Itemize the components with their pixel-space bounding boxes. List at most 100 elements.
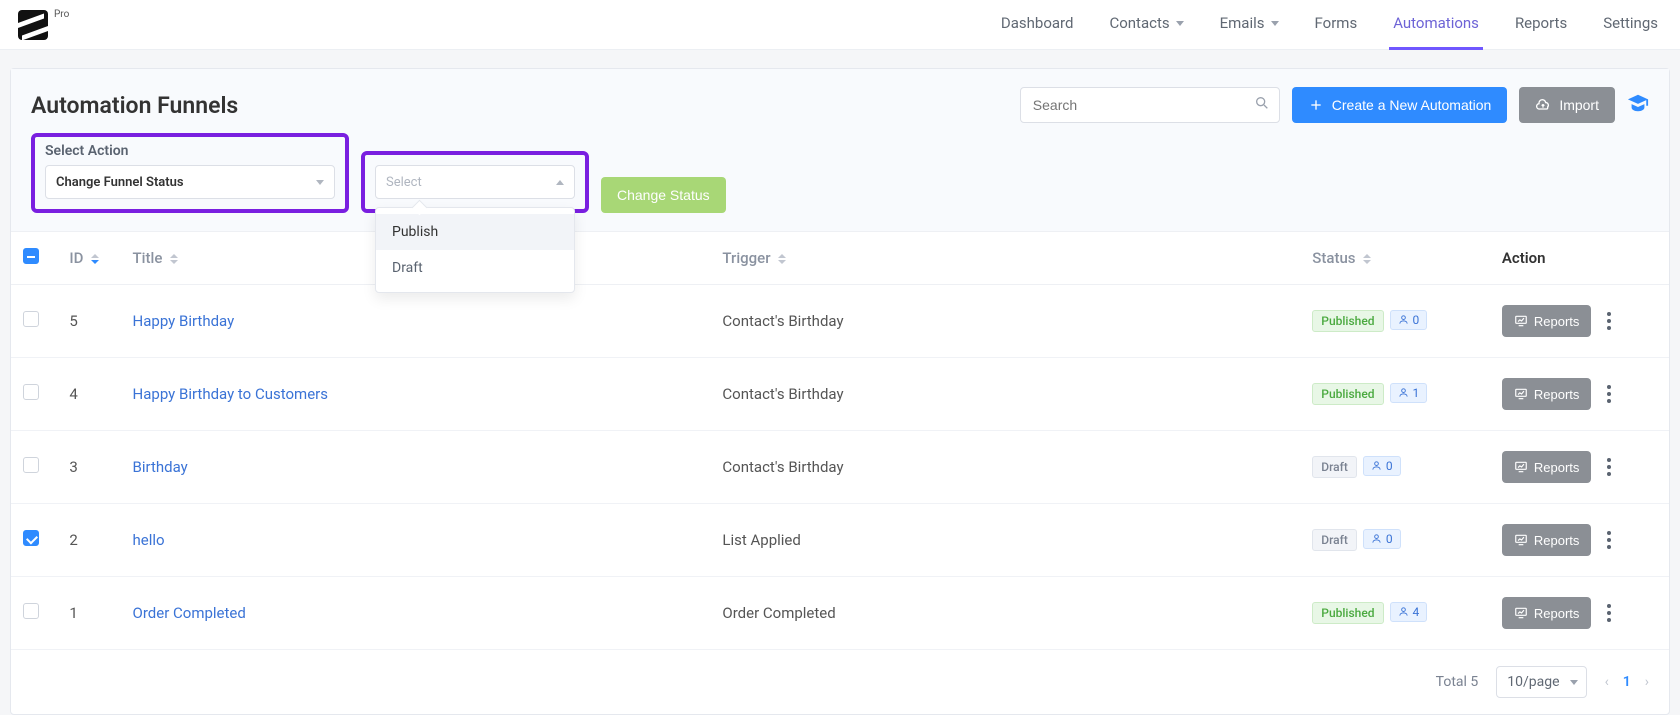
funnel-title-link[interactable]: hello (133, 531, 165, 549)
pager-page-1[interactable]: 1 (1623, 674, 1631, 690)
table-row: 5 Happy Birthday Contact's Birthday Publish… (11, 285, 1669, 358)
sort-icon (778, 254, 786, 264)
row-checkbox[interactable] (23, 457, 39, 473)
nav-automations-label: Automations (1393, 14, 1479, 32)
select-action-label: Select Action (45, 143, 335, 159)
row-checkbox[interactable] (23, 603, 39, 619)
funnels-table: ID Title Trigger Status Action 5Happy B (11, 232, 1669, 650)
cell-trigger: Contact's Birthday (710, 358, 1300, 431)
status-badge: Published (1312, 310, 1383, 332)
status-badge: Published (1312, 602, 1383, 624)
nav-automations[interactable]: Automations (1389, 0, 1483, 50)
select-all-checkbox[interactable] (23, 248, 39, 264)
cell-trigger: Contact's Birthday (710, 285, 1300, 358)
create-automation-label: Create a New Automation (1332, 97, 1492, 113)
reports-button[interactable]: Reports (1502, 451, 1592, 483)
status-option-draft[interactable]: Draft (376, 250, 574, 286)
chevron-down-icon (316, 180, 324, 185)
nav-settings-label: Settings (1603, 14, 1658, 32)
cell-id: 5 (57, 285, 120, 358)
row-checkbox[interactable] (23, 311, 39, 327)
action-select[interactable]: Change Funnel Status (45, 165, 335, 199)
reports-button[interactable]: Reports (1502, 597, 1592, 629)
funnel-title-link[interactable]: Happy Birthday (133, 312, 235, 330)
pagination: ‹ 1 › (1605, 674, 1649, 690)
chevron-down-icon (1271, 21, 1279, 26)
change-status-button[interactable]: Change Status (601, 177, 726, 213)
nav-forms-label: Forms (1315, 14, 1358, 32)
reports-button[interactable]: Reports (1502, 378, 1592, 410)
cell-trigger: List Applied (710, 504, 1300, 577)
col-status[interactable]: Status (1300, 232, 1490, 285)
page-card: Automation Funnels Create a New Automati… (10, 68, 1670, 715)
cell-trigger: Contact's Birthday (710, 431, 1300, 504)
col-action-label: Action (1502, 249, 1546, 267)
change-status-label: Change Status (617, 187, 710, 203)
subscribers-badge[interactable]: 0 (1363, 456, 1401, 476)
nav-emails-label: Emails (1220, 14, 1265, 32)
cell-id: 1 (57, 577, 120, 650)
more-actions-icon[interactable] (1607, 604, 1611, 622)
pager-next[interactable]: › (1645, 674, 1649, 690)
col-action: Action (1490, 232, 1669, 285)
nav-forms[interactable]: Forms (1311, 0, 1362, 50)
col-id-label: ID (69, 249, 83, 267)
reports-button[interactable]: Reports (1502, 524, 1592, 556)
chevron-down-icon (1176, 21, 1184, 26)
table-row: 4 Happy Birthday to Customers Contact's Bi… (11, 358, 1669, 431)
status-option-publish[interactable]: Publish (376, 214, 574, 250)
page-size-select[interactable]: 10/page (1496, 666, 1586, 698)
table-row: 3BirthdayContact's BirthdayDraft0Reports (11, 431, 1669, 504)
nav-settings[interactable]: Settings (1599, 0, 1662, 50)
main-nav: Dashboard Contacts Emails Forms Automati… (997, 0, 1662, 50)
create-automation-button[interactable]: Create a New Automation (1292, 87, 1508, 123)
import-button[interactable]: Import (1519, 87, 1615, 123)
more-actions-icon[interactable] (1607, 385, 1611, 403)
chevron-down-icon (1570, 680, 1578, 685)
select-action-block: Select Action Change Funnel Status (31, 133, 349, 213)
brand-logo-icon (18, 10, 48, 40)
plus-icon (1308, 97, 1324, 113)
import-label: Import (1559, 97, 1599, 113)
action-select-value: Change Funnel Status (56, 175, 184, 190)
bulk-action-row: Select Action Change Funnel Status Selec… (11, 123, 1669, 232)
search-icon[interactable] (1254, 95, 1270, 115)
col-trigger-label: Trigger (722, 249, 770, 267)
nav-dashboard[interactable]: Dashboard (997, 0, 1078, 50)
status-select-block: Select Publish Draft (361, 151, 589, 213)
nav-emails[interactable]: Emails (1216, 0, 1283, 50)
brand: Pro (18, 10, 69, 40)
more-actions-icon[interactable] (1607, 312, 1611, 330)
nav-reports[interactable]: Reports (1511, 0, 1571, 50)
row-checkbox[interactable] (23, 530, 39, 546)
table-row: 2helloList AppliedDraft0Reports (11, 504, 1669, 577)
funnel-title-link[interactable]: Happy Birthday to Customers (133, 385, 328, 403)
search-input[interactable] (1020, 87, 1280, 123)
col-trigger[interactable]: Trigger (710, 232, 1300, 285)
funnel-title-link[interactable]: Birthday (133, 458, 188, 476)
reports-button[interactable]: Reports (1502, 305, 1592, 337)
status-select[interactable]: Select (375, 165, 575, 199)
cell-id: 4 (57, 358, 120, 431)
graduation-cap-icon[interactable] (1627, 92, 1649, 118)
cell-trigger: Order Completed (710, 577, 1300, 650)
subscribers-badge[interactable]: 0 (1363, 529, 1401, 549)
nav-contacts[interactable]: Contacts (1105, 0, 1187, 50)
col-status-label: Status (1312, 249, 1355, 267)
subscribers-badge[interactable]: 4 (1390, 602, 1428, 622)
pager-prev[interactable]: ‹ (1605, 674, 1609, 690)
nav-contacts-label: Contacts (1109, 14, 1169, 32)
table-footer: Total 5 10/page ‹ 1 › (11, 650, 1669, 714)
funnel-title-link[interactable]: Order Completed (133, 604, 246, 622)
cloud-upload-icon (1535, 97, 1551, 113)
row-checkbox[interactable] (23, 384, 39, 400)
more-actions-icon[interactable] (1607, 531, 1611, 549)
subscribers-badge[interactable]: 1 (1390, 383, 1428, 403)
more-actions-icon[interactable] (1607, 458, 1611, 476)
col-id[interactable]: ID (57, 232, 120, 285)
chevron-up-icon (556, 180, 564, 185)
nav-dashboard-label: Dashboard (1001, 14, 1074, 32)
status-badge: Draft (1312, 529, 1357, 551)
subscribers-badge[interactable]: 0 (1390, 310, 1428, 330)
col-title-label: Title (133, 249, 163, 267)
